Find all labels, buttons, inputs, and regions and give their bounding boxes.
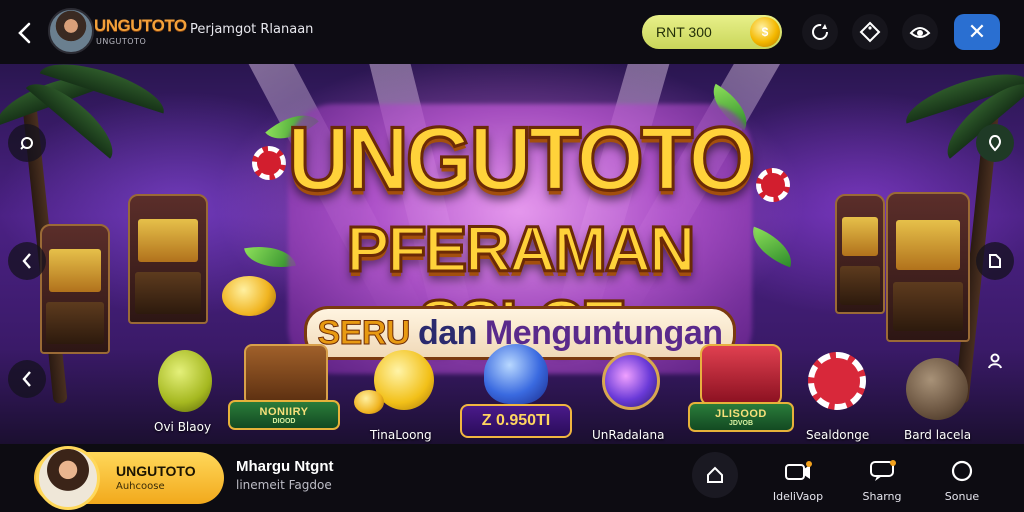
game-tile-2[interactable]: NONIIRY DIOOD [228, 344, 344, 440]
chat-icon [870, 460, 896, 481]
brand-title: UNGUTOTO [94, 16, 187, 35]
eye-icon [909, 27, 931, 38]
promo-subtitle: linemeit Fagdoe [236, 478, 332, 492]
poker-chip-icon [808, 352, 866, 410]
nav-icon-wrap [781, 456, 815, 486]
game-tile-6[interactable]: JLISOOD JDVOB [686, 344, 798, 440]
game-tile-4[interactable]: Z 0.950TI [458, 344, 576, 440]
profile-card[interactable]: UNGUTOTO Auhcoose [34, 446, 224, 510]
camera-icon [785, 461, 812, 480]
prev-page-button[interactable] [8, 360, 46, 398]
nav-item-sharing[interactable]: Sharng [842, 452, 922, 508]
avatar [36, 446, 100, 510]
circle-icon [951, 460, 973, 482]
gold-coin-icon [222, 276, 276, 316]
prize-amount: Z 0.950TI [460, 404, 572, 438]
game-plaque: JLISOOD JDVOB [688, 402, 794, 432]
brand-subtitle: UNGUTOTO [96, 37, 147, 46]
close-icon: ✕ [967, 19, 987, 45]
profile-name: UNGUTOTO [116, 463, 196, 479]
view-button[interactable] [902, 14, 938, 50]
tag-button[interactable] [852, 14, 888, 50]
slot-machine [128, 194, 208, 324]
slot-machine [886, 192, 970, 342]
chevron-left-icon [18, 22, 31, 44]
brand-avatar[interactable] [48, 8, 94, 54]
plaque-subtitle: JDVOB [728, 419, 754, 427]
profile-subtitle: Auhcoose [116, 481, 165, 492]
game-label: Ovi Blaoy [154, 420, 212, 434]
nav-label: Sharng [862, 490, 902, 503]
bottom-bar: UNGUTOTO Auhcoose Mhargu Ntgnt linemeit … [0, 444, 1024, 512]
gold-coin-icon [354, 390, 384, 414]
game-tile-5[interactable]: UnRadalana [588, 350, 678, 442]
treasure-chest-icon [244, 344, 328, 406]
game-plaque: NONIIRY DIOOD [228, 400, 340, 430]
tag-icon [859, 21, 881, 43]
nav-label: Sonue [944, 490, 980, 503]
edit-icon [989, 254, 1001, 268]
map-side-button[interactable] [976, 124, 1014, 162]
share-side-button[interactable] [8, 124, 46, 162]
prev-slide-button[interactable] [8, 242, 46, 280]
nav-item-more[interactable]: Sonue [922, 452, 1002, 508]
slot-machine [835, 194, 885, 314]
game-tile-7[interactable]: Sealdonge [800, 350, 880, 442]
coin-icon: $ [750, 17, 780, 47]
potion-icon [484, 344, 548, 404]
logo-title: UNGUTOTO [286, 107, 757, 211]
promo-title: Mhargu Ntgnt [236, 458, 334, 475]
nav-icon-wrap [865, 456, 899, 486]
balance-display[interactable]: RNT 300 $ [642, 15, 782, 49]
chevron-left-icon [22, 253, 31, 269]
user-icon [988, 353, 1002, 369]
treasure-chest-icon [700, 344, 782, 406]
share-icon [20, 137, 33, 150]
plaque-title: NONIIRY [259, 405, 309, 418]
slot-machine [40, 224, 110, 354]
nav-icon-wrap [945, 456, 979, 486]
top-bar: UNGUTOTO UNGUTOTO Perjamgot Rlanaan RNT … [0, 0, 1024, 64]
game-label: Bard lacela [904, 428, 972, 442]
game-tile-8[interactable]: Bard lacela [898, 358, 984, 442]
refresh-button[interactable] [802, 14, 838, 50]
game-tile-1[interactable]: Ovi Blaoy [150, 346, 230, 436]
hero-banner: UNGUTOTO PFERAMAN SSLOT SERU dan Mengunt… [0, 64, 1024, 444]
home-button[interactable] [692, 452, 738, 498]
nav-label: IdeliVaop [772, 490, 824, 503]
page-subtitle: Perjamgot Rlanaan [190, 22, 314, 37]
plaque-title: JLISOOD [715, 407, 767, 420]
chevron-left-icon [22, 371, 31, 387]
coin-icon [158, 350, 212, 412]
plaque-subtitle: DIOOD [272, 417, 296, 425]
game-label: TinaLoong [370, 428, 432, 442]
refresh-icon [812, 24, 828, 40]
game-tile-3[interactable]: TinaLoong [350, 350, 450, 442]
bag-icon [906, 358, 968, 420]
location-icon [988, 134, 1002, 152]
back-button[interactable] [10, 18, 40, 48]
close-button[interactable]: ✕ [954, 14, 1000, 50]
edit-side-button[interactable] [976, 242, 1014, 280]
globe-icon [602, 352, 660, 410]
game-label: UnRadalana [592, 428, 665, 442]
nav-item-video[interactable]: IdeliVaop [758, 452, 838, 508]
balance-value: RNT 300 [656, 24, 712, 40]
home-icon [707, 466, 723, 483]
game-label: Sealdonge [806, 428, 870, 442]
